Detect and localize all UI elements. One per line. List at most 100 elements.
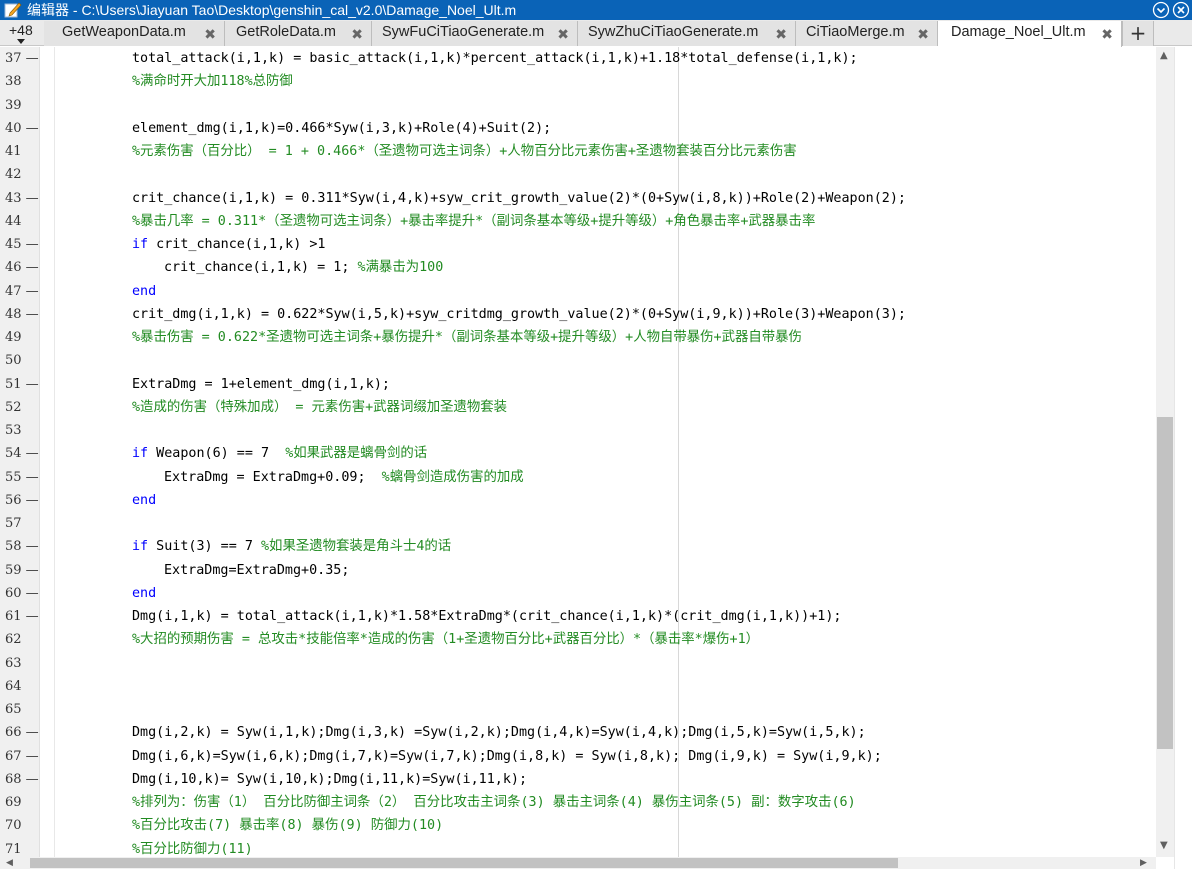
scroll-up-icon[interactable]: ▲ [1160, 51, 1170, 61]
vertical-scrollbar[interactable]: ▲ ▼ [1156, 47, 1174, 857]
vertical-scroll-thumb[interactable] [1157, 417, 1173, 749]
code-line[interactable]: %造成的伤害（特殊加成） = 元素伤害+武器词缀加圣遗物套装 [132, 396, 507, 419]
line-number: 50 [5, 353, 22, 369]
tab-label: Damage_Noel_Ult.m [951, 24, 1086, 40]
code-comment: %如果武器是螭骨剑的话 [285, 446, 428, 462]
chevron-down-icon[interactable] [1152, 1, 1170, 19]
code-line[interactable]: crit_dmg(i,1,k) = 0.622*Syw(i,5,k)+syw_c… [132, 303, 906, 326]
horizontal-scrollbar[interactable]: ◀ ▶ [0, 857, 1156, 869]
code-line[interactable]: ExtraDmg = ExtraDmg+0.09; %螭骨剑造成伤害的加成 [164, 466, 524, 489]
line-number: 45 — [5, 237, 39, 252]
code-line[interactable]: ExtraDmg=ExtraDmg+0.35; [164, 559, 349, 582]
tab-close-icon[interactable]: ✖ [204, 26, 216, 43]
code-text: ExtraDmg = 1+element_dmg(i,1,k); [132, 376, 390, 392]
code-line[interactable]: crit_chance(i,1,k) = 1; %满暴击为100 [164, 256, 443, 279]
tab-get-weapon-data[interactable]: GetWeaponData.m ✖ [44, 21, 225, 46]
close-icon[interactable] [1172, 1, 1190, 19]
code-text: Dmg(i,10,k)= Syw(i,10,k);Dmg(i,11,k)=Syw… [132, 771, 528, 787]
fold-margin [54, 47, 55, 857]
tab-damage-noel-ult[interactable]: Damage_Noel_Ult.m ✖ [938, 21, 1122, 47]
line-number: 69 [5, 795, 22, 810]
code-line[interactable]: if Suit(3) == 7 %如果圣遗物套装是角斗士4的话 [132, 535, 451, 558]
keyword: if [132, 446, 149, 462]
code-comment: %满暴击为100 [357, 260, 444, 276]
code-line[interactable]: %百分比攻击(7) 暴击率(8) 暴伤(9) 防御力(10) [132, 814, 443, 837]
code-line[interactable]: %大招的预期伤害 = 总攻击*技能倍率*造成的伤害（1+圣遗物百分比+武器百分比… [132, 628, 759, 651]
code-line[interactable]: crit_chance(i,1,k) = 0.311*Syw(i,4,k)+sy… [132, 187, 906, 210]
line-number-gutter: 37 — 38 39 40 — 41 42 43 — 44 45 — 46 — 47 — 48 — 49… [0, 47, 40, 857]
tab-close-icon[interactable]: ✖ [1101, 26, 1113, 43]
code-line[interactable]: %百分比防御力(11) [132, 838, 253, 858]
tab-close-icon[interactable]: ✖ [351, 26, 363, 43]
line-number: 62 [5, 632, 22, 648]
line-number: 47 — [5, 283, 39, 299]
code-comment: %元素伤害（百分比） = 1 + 0.466*（圣遗物可选主词条）+人物百分比元… [132, 144, 797, 159]
editor-side-strip [1174, 47, 1192, 869]
line-number: 59 — [5, 562, 39, 578]
keyword: end [132, 492, 157, 508]
tab-syw-zhu-citiao-generate[interactable]: SywZhuCiTiaoGenerate.m ✖ [578, 21, 796, 46]
code-line[interactable]: %暴击伤害 = 0.622*圣遗物可选主词条+暴伤提升*（副词条基本等级+提升等… [132, 326, 802, 349]
scroll-down-icon[interactable]: ▼ [1160, 841, 1170, 851]
code-comment: %满命时开大加118%总防御 [132, 74, 293, 90]
code-text: Suit(3) == 7 [148, 539, 261, 555]
tab-close-icon[interactable]: ✖ [917, 26, 929, 43]
code-text: ExtraDmg=ExtraDmg+0.35; [164, 562, 350, 578]
keyword: end [132, 585, 157, 601]
code-text: crit_chance(i,1,k) >1 [148, 237, 326, 252]
tab-close-icon[interactable]: ✖ [775, 26, 787, 43]
new-tab-button[interactable]: + [1122, 21, 1154, 46]
code-line[interactable]: element_dmg(i,1,k)=0.466*Syw(i,3,k)+Role… [132, 117, 551, 140]
code-line[interactable]: %满命时开大加118%总防御 [132, 70, 293, 93]
code-line[interactable]: %暴击几率 = 0.311*（圣遗物可选主词条）+暴击率提升*（副词条基本等级+… [132, 210, 815, 233]
code-line[interactable]: Dmg(i,1,k) = total_attack(i,1,k)*1.58*Ex… [132, 605, 841, 628]
code-line[interactable]: end [132, 582, 156, 605]
line-number: 71 [5, 841, 22, 857]
line-number: 38 [5, 74, 22, 90]
tab-label: SywFuCiTiaoGenerate.m [382, 24, 545, 40]
tab-syw-fu-citiao-generate[interactable]: SywFuCiTiaoGenerate.m ✖ [372, 21, 578, 46]
hidden-tabs-button[interactable]: +48 [0, 20, 44, 46]
code-line[interactable]: Dmg(i,2,k) = Syw(i,1,k);Dmg(i,3,k) =Syw(… [132, 721, 866, 744]
tab-label: SywZhuCiTiaoGenerate.m [588, 24, 759, 40]
tab-citiao-merge[interactable]: CiTiaoMerge.m ✖ [796, 21, 938, 46]
line-number: 53 [5, 423, 22, 438]
code-line[interactable]: if crit_chance(i,1,k) >1 [132, 233, 326, 256]
caret-down-icon [17, 39, 25, 44]
window-title: 编辑器 - C:\Users\Jiayuan Tao\Desktop\gensh… [27, 2, 517, 18]
line-number: 64 [5, 678, 22, 694]
code-text: ExtraDmg = ExtraDmg+0.09; [164, 469, 382, 485]
scroll-left-icon[interactable]: ◀ [6, 857, 13, 869]
line-number: 60 — [5, 585, 39, 601]
code-line[interactable]: end [132, 280, 156, 303]
tab-close-icon[interactable]: ✖ [557, 26, 569, 43]
code-comment: %百分比攻击(7) 暴击率(8) 暴伤(9) 防御力(10) [132, 818, 444, 834]
line-number: 70 [5, 818, 22, 834]
tab-label: GetWeaponData.m [62, 24, 186, 40]
tab-label: GetRoleData.m [236, 24, 336, 40]
line-number: 52 [5, 399, 22, 415]
code-text: crit_dmg(i,1,k) = 0.622*Syw(i,5,k)+syw_c… [132, 306, 906, 322]
code-line[interactable]: total_attack(i,1,k) = basic_attack(i,1,k… [132, 47, 858, 70]
line-number: 67 — [5, 748, 39, 764]
line-number: 63 [5, 655, 22, 671]
horizontal-scroll-thumb[interactable] [30, 858, 898, 868]
code-comment: %如果圣遗物套装是角斗士4的话 [261, 539, 452, 555]
code-text: Weapon(6) == 7 [148, 446, 286, 462]
code-editor[interactable]: 37 — 38 39 40 — 41 42 43 — 44 45 — 46 — 47 — 48 — 49… [0, 47, 1156, 857]
code-line[interactable]: Dmg(i,6,k)=Syw(i,6,k);Dmg(i,7,k)=Syw(i,7… [132, 745, 882, 768]
code-line[interactable]: Dmg(i,10,k)= Syw(i,10,k);Dmg(i,11,k)=Syw… [132, 768, 527, 791]
code-comment: %大招的预期伤害 = 总攻击*技能倍率*造成的伤害（1+圣遗物百分比+武器百分比… [132, 632, 760, 648]
code-line[interactable]: %排列为：伤害（1） 百分比防御主词条（2） 百分比攻击主词条(3) 暴击主词条… [132, 791, 856, 814]
code-text: Dmg(i,1,k) = total_attack(i,1,k)*1.58*Ex… [132, 609, 842, 624]
window-titlebar: 编辑器 - C:\Users\Jiayuan Tao\Desktop\gensh… [0, 0, 1192, 20]
code-text: total_attack(i,1,k) = basic_attack(i,1,k… [132, 51, 858, 66]
code-line[interactable]: %元素伤害（百分比） = 1 + 0.466*（圣遗物可选主词条）+人物百分比元… [132, 140, 797, 163]
scroll-right-icon[interactable]: ▶ [1140, 857, 1147, 869]
code-text: Dmg(i,2,k) = Syw(i,1,k);Dmg(i,3,k) =Syw(… [132, 725, 866, 741]
code-line[interactable]: end [132, 489, 156, 512]
code-line[interactable]: ExtraDmg = 1+element_dmg(i,1,k); [132, 373, 390, 396]
tab-get-role-data[interactable]: GetRoleData.m ✖ [225, 21, 372, 46]
code-line[interactable]: if Weapon(6) == 7 %如果武器是螭骨剑的话 [132, 442, 427, 465]
line-number: 49 [5, 330, 22, 345]
